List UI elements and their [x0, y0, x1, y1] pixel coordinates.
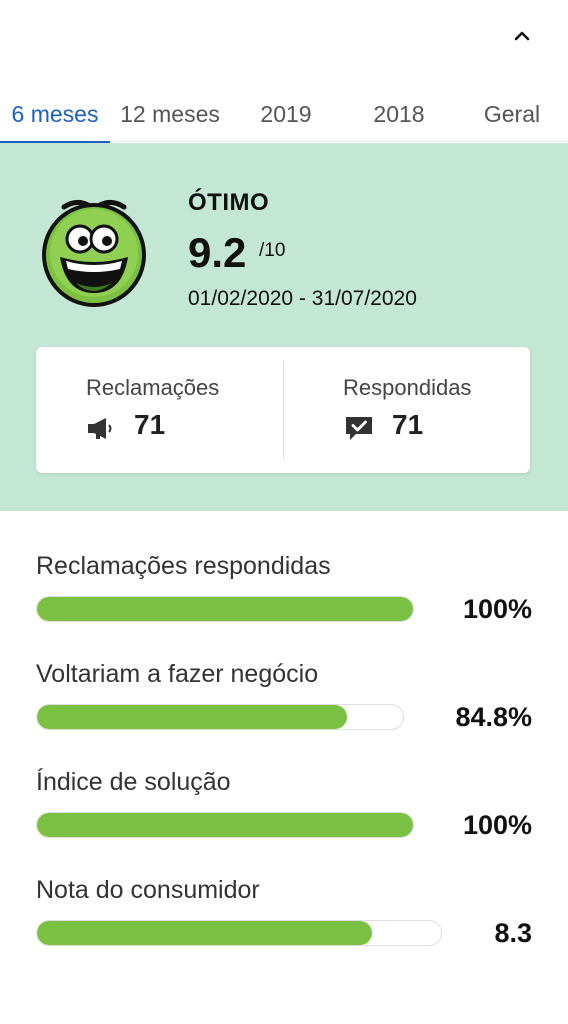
score-value: 9.2	[188, 229, 247, 276]
tab-6-meses[interactable]: 6 meses	[0, 90, 110, 143]
complaints-count: 71	[134, 409, 166, 440]
progress-bar	[36, 704, 404, 730]
metric-value: 100%	[462, 810, 532, 840]
metric-nota-consumidor: Nota do consumidor 8.3	[36, 876, 532, 966]
chevron-up-icon[interactable]	[510, 24, 534, 48]
tab-12-meses[interactable]: 12 meses	[112, 90, 228, 142]
metric-label: Nota do consumidor	[36, 876, 260, 904]
progress-bar	[36, 920, 442, 946]
tab-2018[interactable]: 2018	[356, 90, 442, 142]
progress-bar-fill	[37, 597, 413, 621]
metric-label: Reclamações respondidas	[36, 552, 331, 580]
tab-2019[interactable]: 2019	[244, 90, 328, 142]
answered-label: Respondidas	[343, 375, 472, 400]
metric-reclamacoes-respondidas: Reclamações respondidas 100%	[36, 552, 532, 642]
progress-bar-fill	[37, 921, 373, 945]
answered-count: 71	[392, 409, 424, 440]
metric-value: 100%	[462, 594, 532, 624]
tab-geral[interactable]: Geral	[470, 90, 554, 142]
rating-label: ÓTIMO	[188, 189, 270, 216]
period-range: 01/02/2020 - 31/07/2020	[188, 287, 417, 310]
score-max: /10	[259, 240, 286, 261]
stats-divider	[283, 361, 284, 459]
chat-check-icon	[344, 415, 374, 441]
megaphone-icon	[86, 415, 116, 441]
period-tabs: 6 meses 12 meses 2019 2018 Geral	[0, 90, 568, 143]
metric-label: Voltariam a fazer negócio	[36, 660, 319, 688]
progress-bar	[36, 812, 414, 838]
metric-indice-solucao: Índice de solução 100%	[36, 768, 532, 858]
metric-voltariam-negocio: Voltariam a fazer negócio 84.8%	[36, 660, 532, 750]
complaints-label: Reclamações	[86, 375, 220, 400]
metric-value: 8.3	[494, 918, 532, 948]
stats-card: Reclamações 71 Respondidas 71	[36, 347, 530, 473]
progress-bar-fill	[37, 705, 348, 729]
progress-bar	[36, 596, 414, 622]
progress-bar-fill	[37, 813, 413, 837]
metric-label: Índice de solução	[36, 768, 231, 796]
metric-value: 84.8%	[455, 702, 532, 732]
smiley-face-icon	[36, 187, 152, 309]
reputation-summary: ÓTIMO 9.2 /10 01/02/2020 - 31/07/2020 Re…	[0, 143, 568, 511]
